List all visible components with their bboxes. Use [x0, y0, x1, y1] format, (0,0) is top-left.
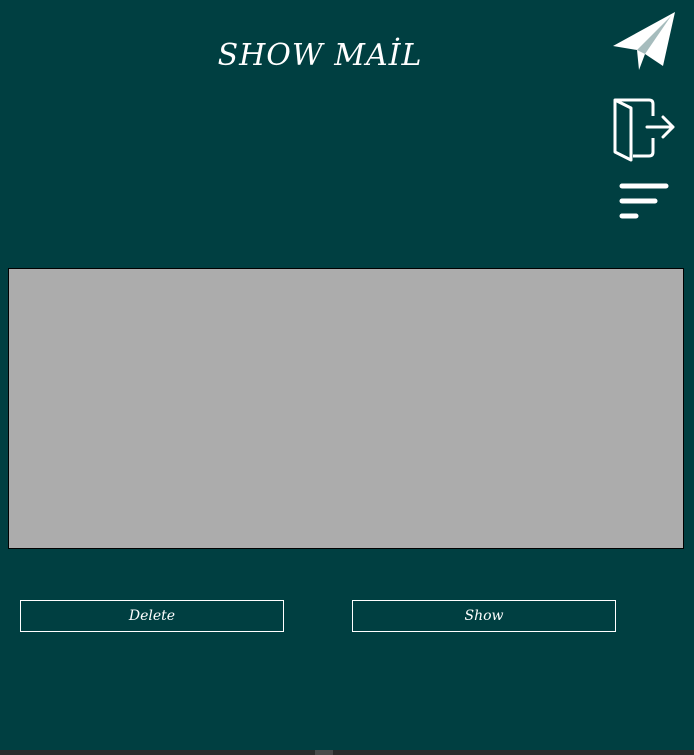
page-title: SHOW MAİL [217, 38, 423, 73]
taskbar-item[interactable] [315, 750, 333, 755]
show-button[interactable]: Show [352, 600, 616, 632]
filter-icon[interactable] [619, 183, 669, 223]
send-icon[interactable] [611, 10, 677, 72]
mail-content-panel[interactable] [8, 268, 684, 549]
logout-icon[interactable] [611, 96, 679, 162]
taskbar [0, 750, 694, 755]
delete-button[interactable]: Delete [20, 600, 284, 632]
